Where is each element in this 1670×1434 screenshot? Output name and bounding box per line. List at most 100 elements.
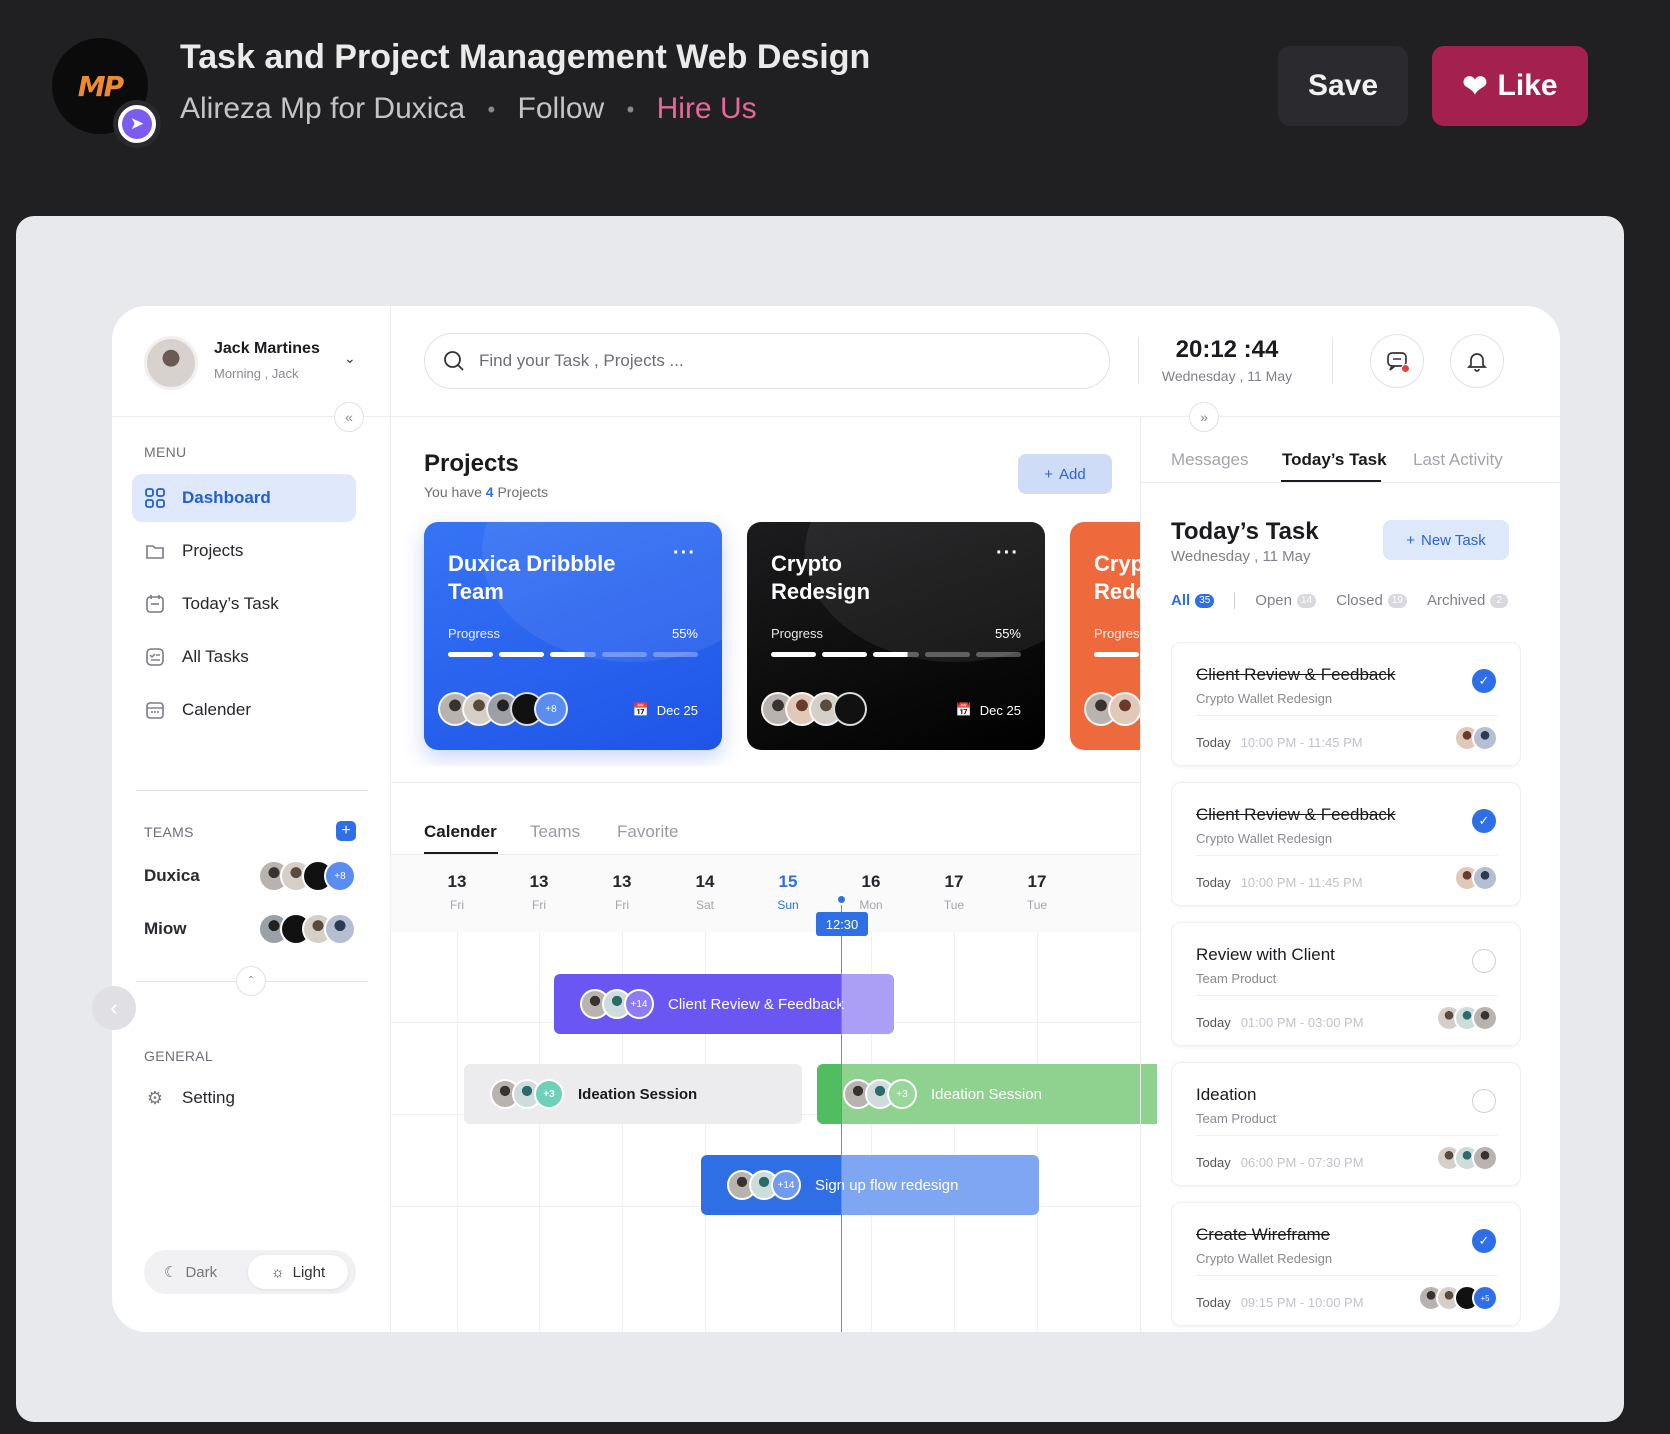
- divider: [1196, 1135, 1498, 1136]
- teams-label: TEAMS: [144, 824, 194, 840]
- tab-last-activity[interactable]: Last Activity: [1413, 450, 1503, 470]
- right-panel: Messages Today’s Task Last Activity Toda…: [1140, 416, 1560, 1332]
- day-number: 16: [861, 872, 881, 891]
- day-column[interactable]: 14 Sat: [675, 872, 735, 912]
- sidebar-item-all-tasks[interactable]: All Tasks: [132, 633, 356, 681]
- team-row-duxica[interactable]: Duxica +8: [144, 858, 356, 894]
- filter-all[interactable]: All 35: [1171, 592, 1215, 609]
- project-avatars: +8: [438, 692, 568, 726]
- tab-favorite[interactable]: Favorite: [617, 822, 678, 842]
- calendar-event[interactable]: +14 Sign up flow redesign: [701, 1155, 1039, 1215]
- sidebar-item-todays-task[interactable]: Today’s Task: [132, 580, 356, 628]
- more-options-icon[interactable]: ···: [996, 542, 1019, 565]
- new-task-label: New Task: [1421, 531, 1486, 549]
- search-input[interactable]: [479, 351, 1039, 371]
- task-list: Client Review & Feedback Crypto Wallet R…: [1171, 642, 1521, 1332]
- todays-task-date: Wednesday , 11 May: [1171, 548, 1311, 565]
- search-bar[interactable]: [424, 333, 1110, 389]
- check-icon[interactable]: ✓: [1472, 1229, 1496, 1253]
- add-team-icon[interactable]: +: [336, 821, 356, 841]
- user-menu[interactable]: Jack Martines Morning , Jack: [144, 336, 320, 390]
- avatar: [324, 913, 356, 945]
- tab-teams[interactable]: Teams: [530, 822, 580, 842]
- filter-closed[interactable]: Closed 19: [1336, 592, 1407, 609]
- day-number: 14: [695, 872, 715, 891]
- sidebar: Jack Martines Morning , Jack ⌄ « MENU Da…: [112, 306, 391, 1332]
- sidebar-item-dashboard[interactable]: Dashboard: [132, 474, 356, 522]
- grid-icon: [144, 487, 166, 509]
- day-number: 13: [529, 872, 549, 891]
- sidebar-item-calender[interactable]: Calender: [132, 686, 356, 734]
- chevron-down-icon[interactable]: ⌄: [344, 350, 356, 367]
- logo-text: MP: [77, 69, 124, 103]
- task-card[interactable]: Client Review & Feedback Crypto Wallet R…: [1171, 782, 1521, 906]
- tab-messages[interactable]: Messages: [1171, 450, 1248, 470]
- day-column[interactable]: 13 Fri: [427, 872, 487, 912]
- day-column[interactable]: 16 Mon: [841, 872, 901, 912]
- tab-calender[interactable]: Calender: [424, 822, 497, 842]
- task-time: Today 10:00 PM - 11:45 PM: [1196, 875, 1363, 890]
- add-project-button[interactable]: + Add: [1018, 454, 1112, 494]
- chevron-left-icon[interactable]: ‹: [92, 986, 136, 1030]
- task-card[interactable]: Review with Client Team Product Today 01:…: [1171, 922, 1521, 1046]
- day-column[interactable]: 13 Fri: [592, 872, 652, 912]
- sidebar-item-projects[interactable]: Projects: [132, 527, 356, 575]
- calendar-event[interactable]: +3 Ideation Session: [817, 1064, 1157, 1124]
- avatar-more-count: +14: [624, 989, 654, 1019]
- project-card[interactable]: Crypto Redesign Progress: [1070, 522, 1140, 750]
- task-day: Today: [1196, 1155, 1231, 1170]
- avatar-more-count: +5: [1472, 1285, 1498, 1311]
- projects-title: Projects: [424, 450, 519, 477]
- due-date-text: Dec 25: [656, 702, 698, 718]
- task-card[interactable]: Client Review & Feedback Crypto Wallet R…: [1171, 642, 1521, 766]
- team-row-miow[interactable]: Miow: [144, 911, 356, 947]
- new-task-button[interactable]: + New Task: [1383, 520, 1509, 560]
- sidebar-item-label: Dashboard: [182, 488, 271, 507]
- task-card[interactable]: Ideation Team Product Today 06:00 PM - 07…: [1171, 1062, 1521, 1186]
- sidebar-item-setting[interactable]: ⚙ Setting: [132, 1074, 356, 1122]
- chevron-up-icon[interactable]: ˆ: [236, 966, 266, 996]
- avatar-more-count: +8: [534, 692, 568, 726]
- day-column[interactable]: 17 Tue: [924, 872, 984, 912]
- day-column[interactable]: 17 Tue: [1007, 872, 1067, 912]
- save-button[interactable]: Save: [1278, 46, 1408, 126]
- theme-dark-option[interactable]: ☾ Dark: [164, 1250, 217, 1294]
- messages-button[interactable]: [1370, 334, 1424, 388]
- unchecked-circle-icon[interactable]: [1472, 1089, 1496, 1113]
- tab-todays-task[interactable]: Today’s Task: [1282, 450, 1387, 470]
- progress-value: 55%: [671, 626, 698, 641]
- check-icon[interactable]: ✓: [1472, 669, 1496, 693]
- author-link[interactable]: Alireza Mp: [180, 92, 322, 125]
- like-button[interactable]: ❤ Like: [1432, 46, 1588, 126]
- due-date: 📅 Dec 25: [956, 702, 1021, 718]
- byline: Alireza Mp for Duxica • Follow • Hire Us: [180, 92, 757, 126]
- hire-us-link[interactable]: Hire Us: [657, 92, 757, 125]
- project-avatars: [761, 692, 867, 726]
- sidebar-item-label: Calender: [182, 700, 251, 719]
- day-column[interactable]: 13 Fri: [509, 872, 569, 912]
- day-weekday: Sat: [695, 898, 714, 912]
- notifications-button[interactable]: [1450, 334, 1504, 388]
- divider: [1141, 482, 1560, 483]
- calendar-event[interactable]: +3 Ideation Session: [464, 1064, 802, 1124]
- avatar-more-count: +3: [887, 1079, 917, 1109]
- collapse-sidebar-icon[interactable]: «: [334, 402, 364, 432]
- theme-toggle[interactable]: ☾ Dark ☼ Light: [144, 1250, 356, 1294]
- more-options-icon[interactable]: ···: [673, 542, 696, 565]
- check-icon[interactable]: ✓: [1472, 809, 1496, 833]
- team-link[interactable]: Duxica: [373, 92, 465, 125]
- task-card[interactable]: Create Wireframe Crypto Wallet Redesign …: [1171, 1202, 1521, 1326]
- calendar-icon: [144, 699, 166, 721]
- theme-light-option[interactable]: ☼ Light: [248, 1255, 348, 1289]
- shot-title: Task and Project Management Web Design: [180, 38, 871, 76]
- project-card[interactable]: Duxica Dribbble Team ··· Progress 55% +8…: [424, 522, 722, 750]
- calendar-event[interactable]: +14 Client Review & Feedback: [554, 974, 894, 1034]
- day-column-today[interactable]: 15 Sun: [758, 872, 818, 912]
- avatar-more-count: +3: [534, 1079, 564, 1109]
- task-project: Crypto Wallet Redesign: [1196, 831, 1333, 846]
- filter-archived[interactable]: Archived 2: [1427, 592, 1509, 609]
- filter-open[interactable]: Open 14: [1255, 592, 1317, 609]
- project-card[interactable]: Crypto Redesign ··· Progress 55% 📅 Dec 2…: [747, 522, 1045, 750]
- unchecked-circle-icon[interactable]: [1472, 949, 1496, 973]
- follow-link[interactable]: Follow: [518, 92, 605, 125]
